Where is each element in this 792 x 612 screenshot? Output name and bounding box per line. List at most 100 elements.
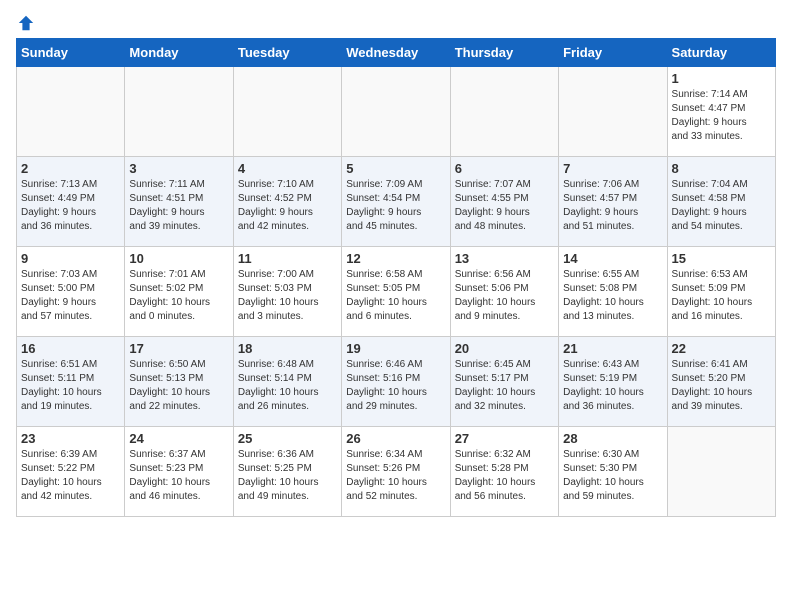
day-info: Sunrise: 6:41 AM Sunset: 5:20 PM Dayligh… bbox=[672, 358, 771, 414]
day-number: 7 bbox=[563, 161, 662, 176]
calendar-cell: 26 Sunrise: 6:34 AM Sunset: 5:26 PM Dayli… bbox=[342, 427, 450, 517]
day-info: Sunrise: 7:09 AM Sunset: 4:54 PM Dayligh… bbox=[346, 178, 445, 234]
day-number: 3 bbox=[129, 161, 228, 176]
day-number: 11 bbox=[238, 251, 337, 266]
day-info: Sunrise: 6:37 AM Sunset: 5:23 PM Dayligh… bbox=[129, 448, 228, 504]
calendar-cell: 19 Sunrise: 6:46 AM Sunset: 5:16 PM Dayli… bbox=[342, 337, 450, 427]
day-info: Sunrise: 7:11 AM Sunset: 4:51 PM Dayligh… bbox=[129, 178, 228, 234]
day-info: Sunrise: 7:03 AM Sunset: 5:00 PM Dayligh… bbox=[21, 268, 120, 324]
calendar-week-row: 23 Sunrise: 6:39 AM Sunset: 5:22 PM Dayli… bbox=[17, 427, 776, 517]
weekday-header-saturday: Saturday bbox=[667, 39, 775, 67]
calendar-cell: 14 Sunrise: 6:55 AM Sunset: 5:08 PM Dayli… bbox=[559, 247, 667, 337]
calendar-cell: 25 Sunrise: 6:36 AM Sunset: 5:25 PM Dayli… bbox=[233, 427, 341, 517]
calendar-week-row: 1 Sunrise: 7:14 AM Sunset: 4:47 PM Daylig… bbox=[17, 67, 776, 157]
day-info: Sunrise: 6:43 AM Sunset: 5:19 PM Dayligh… bbox=[563, 358, 662, 414]
calendar-cell: 18 Sunrise: 6:48 AM Sunset: 5:14 PM Dayli… bbox=[233, 337, 341, 427]
day-number: 5 bbox=[346, 161, 445, 176]
day-number: 8 bbox=[672, 161, 771, 176]
calendar-cell: 28Sunrise: 6:30 AM Sunset: 5:30 PM Dayli… bbox=[559, 427, 667, 517]
day-info: Sunrise: 7:01 AM Sunset: 5:02 PM Dayligh… bbox=[129, 268, 228, 324]
calendar-cell: 11 Sunrise: 7:00 AM Sunset: 5:03 PM Dayli… bbox=[233, 247, 341, 337]
calendar-cell: 15 Sunrise: 6:53 AM Sunset: 5:09 PM Dayli… bbox=[667, 247, 775, 337]
calendar-cell: 16 Sunrise: 6:51 AM Sunset: 5:11 PM Dayli… bbox=[17, 337, 125, 427]
calendar-cell: 8 Sunrise: 7:04 AM Sunset: 4:58 PM Daylig… bbox=[667, 157, 775, 247]
day-number: 23 bbox=[21, 431, 120, 446]
calendar-week-row: 9 Sunrise: 7:03 AM Sunset: 5:00 PM Daylig… bbox=[17, 247, 776, 337]
day-number: 19 bbox=[346, 341, 445, 356]
day-info: Sunrise: 6:51 AM Sunset: 5:11 PM Dayligh… bbox=[21, 358, 120, 414]
calendar-cell bbox=[342, 67, 450, 157]
calendar-cell: 24 Sunrise: 6:37 AM Sunset: 5:23 PM Dayli… bbox=[125, 427, 233, 517]
weekday-header-monday: Monday bbox=[125, 39, 233, 67]
weekday-header-wednesday: Wednesday bbox=[342, 39, 450, 67]
calendar-cell: 17 Sunrise: 6:50 AM Sunset: 5:13 PM Dayli… bbox=[125, 337, 233, 427]
day-number: 26 bbox=[346, 431, 445, 446]
day-number: 16 bbox=[21, 341, 120, 356]
day-number: 2 bbox=[21, 161, 120, 176]
day-info: Sunrise: 6:50 AM Sunset: 5:13 PM Dayligh… bbox=[129, 358, 228, 414]
calendar-cell bbox=[450, 67, 558, 157]
weekday-header-sunday: Sunday bbox=[17, 39, 125, 67]
day-number: 20 bbox=[455, 341, 554, 356]
day-info: Sunrise: 6:56 AM Sunset: 5:06 PM Dayligh… bbox=[455, 268, 554, 324]
day-number: 9 bbox=[21, 251, 120, 266]
day-info: Sunrise: 6:39 AM Sunset: 5:22 PM Dayligh… bbox=[21, 448, 120, 504]
calendar-cell: 5 Sunrise: 7:09 AM Sunset: 4:54 PM Daylig… bbox=[342, 157, 450, 247]
calendar-cell: 4Sunrise: 7:10 AM Sunset: 4:52 PM Daylig… bbox=[233, 157, 341, 247]
calendar-cell bbox=[17, 67, 125, 157]
day-info: Sunrise: 7:14 AM Sunset: 4:47 PM Dayligh… bbox=[672, 88, 771, 144]
day-number: 1 bbox=[672, 71, 771, 86]
weekday-header-tuesday: Tuesday bbox=[233, 39, 341, 67]
calendar-cell: 22Sunrise: 6:41 AM Sunset: 5:20 PM Dayli… bbox=[667, 337, 775, 427]
calendar-cell bbox=[233, 67, 341, 157]
day-number: 10 bbox=[129, 251, 228, 266]
calendar-cell: 9 Sunrise: 7:03 AM Sunset: 5:00 PM Daylig… bbox=[17, 247, 125, 337]
calendar-cell: 6Sunrise: 7:07 AM Sunset: 4:55 PM Daylig… bbox=[450, 157, 558, 247]
day-number: 18 bbox=[238, 341, 337, 356]
day-number: 24 bbox=[129, 431, 228, 446]
calendar-cell: 3 Sunrise: 7:11 AM Sunset: 4:51 PM Daylig… bbox=[125, 157, 233, 247]
page-header bbox=[16, 16, 776, 28]
calendar-cell: 10 Sunrise: 7:01 AM Sunset: 5:02 PM Dayli… bbox=[125, 247, 233, 337]
weekday-header-friday: Friday bbox=[559, 39, 667, 67]
day-info: Sunrise: 6:55 AM Sunset: 5:08 PM Dayligh… bbox=[563, 268, 662, 324]
day-number: 13 bbox=[455, 251, 554, 266]
day-number: 15 bbox=[672, 251, 771, 266]
calendar-cell: 12Sunrise: 6:58 AM Sunset: 5:05 PM Dayli… bbox=[342, 247, 450, 337]
calendar-cell: 20 Sunrise: 6:45 AM Sunset: 5:17 PM Dayli… bbox=[450, 337, 558, 427]
calendar-cell bbox=[667, 427, 775, 517]
day-info: Sunrise: 6:53 AM Sunset: 5:09 PM Dayligh… bbox=[672, 268, 771, 324]
weekday-header-thursday: Thursday bbox=[450, 39, 558, 67]
day-info: Sunrise: 6:34 AM Sunset: 5:26 PM Dayligh… bbox=[346, 448, 445, 504]
calendar-table: SundayMondayTuesdayWednesdayThursdayFrid… bbox=[16, 38, 776, 517]
day-info: Sunrise: 6:48 AM Sunset: 5:14 PM Dayligh… bbox=[238, 358, 337, 414]
calendar-week-row: 16 Sunrise: 6:51 AM Sunset: 5:11 PM Dayli… bbox=[17, 337, 776, 427]
day-info: Sunrise: 7:04 AM Sunset: 4:58 PM Dayligh… bbox=[672, 178, 771, 234]
calendar-week-row: 2 Sunrise: 7:13 AM Sunset: 4:49 PM Daylig… bbox=[17, 157, 776, 247]
day-number: 28 bbox=[563, 431, 662, 446]
calendar-cell: 23 Sunrise: 6:39 AM Sunset: 5:22 PM Dayli… bbox=[17, 427, 125, 517]
day-info: Sunrise: 7:13 AM Sunset: 4:49 PM Dayligh… bbox=[21, 178, 120, 234]
day-info: Sunrise: 6:58 AM Sunset: 5:05 PM Dayligh… bbox=[346, 268, 445, 324]
day-info: Sunrise: 6:32 AM Sunset: 5:28 PM Dayligh… bbox=[455, 448, 554, 504]
calendar-cell: 1 Sunrise: 7:14 AM Sunset: 4:47 PM Daylig… bbox=[667, 67, 775, 157]
day-number: 14 bbox=[563, 251, 662, 266]
logo bbox=[16, 16, 35, 28]
day-info: Sunrise: 6:45 AM Sunset: 5:17 PM Dayligh… bbox=[455, 358, 554, 414]
day-number: 25 bbox=[238, 431, 337, 446]
day-number: 21 bbox=[563, 341, 662, 356]
day-number: 17 bbox=[129, 341, 228, 356]
calendar-cell bbox=[125, 67, 233, 157]
day-info: Sunrise: 6:46 AM Sunset: 5:16 PM Dayligh… bbox=[346, 358, 445, 414]
weekday-header-row: SundayMondayTuesdayWednesdayThursdayFrid… bbox=[17, 39, 776, 67]
logo-icon bbox=[17, 14, 35, 32]
day-info: Sunrise: 7:07 AM Sunset: 4:55 PM Dayligh… bbox=[455, 178, 554, 234]
calendar-cell: 7Sunrise: 7:06 AM Sunset: 4:57 PM Daylig… bbox=[559, 157, 667, 247]
day-info: Sunrise: 7:00 AM Sunset: 5:03 PM Dayligh… bbox=[238, 268, 337, 324]
calendar-cell: 27 Sunrise: 6:32 AM Sunset: 5:28 PM Dayli… bbox=[450, 427, 558, 517]
day-number: 4 bbox=[238, 161, 337, 176]
calendar-cell: 2 Sunrise: 7:13 AM Sunset: 4:49 PM Daylig… bbox=[17, 157, 125, 247]
calendar-cell bbox=[559, 67, 667, 157]
day-info: Sunrise: 6:36 AM Sunset: 5:25 PM Dayligh… bbox=[238, 448, 337, 504]
day-number: 27 bbox=[455, 431, 554, 446]
